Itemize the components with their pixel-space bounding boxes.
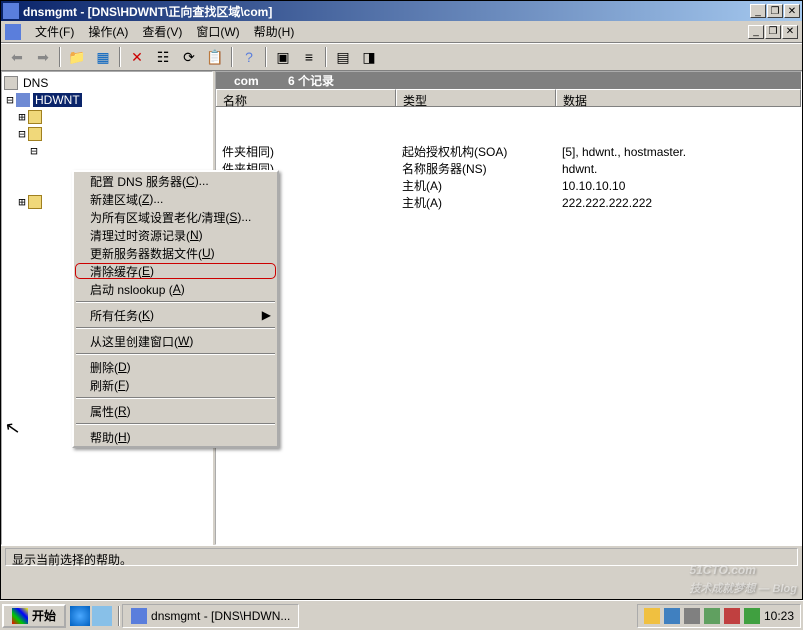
- properties-icon[interactable]: ☷: [151, 46, 175, 68]
- refresh-icon[interactable]: ⟳: [177, 46, 201, 68]
- stop-icon[interactable]: ▣: [271, 46, 295, 68]
- menu-item[interactable]: 属性(R): [74, 402, 277, 420]
- close-button[interactable]: ✕: [784, 4, 800, 18]
- expand-icon[interactable]: ⊞: [16, 110, 28, 124]
- expand-icon[interactable]: ⊟: [28, 144, 40, 158]
- tree-server[interactable]: ⊟ HDWNT: [4, 91, 210, 108]
- mdi-close-button[interactable]: ✕: [782, 25, 798, 39]
- export-icon[interactable]: 📋: [203, 46, 227, 68]
- content-pane: com 6 个记录 名称 类型 数据 件夹相同)起始授权机构(SOA)[5], …: [215, 71, 802, 545]
- taskbar: 开始 dnsmgmt - [DNS\HDWN... 10:23: [0, 600, 803, 630]
- windows-flag-icon: [12, 608, 28, 624]
- menubar: 文件(F) 操作(A) 查看(V) 窗口(W) 帮助(H) _ ❐ ✕: [1, 21, 802, 43]
- msn-icon[interactable]: [744, 608, 760, 624]
- ie-icon[interactable]: [70, 606, 90, 626]
- list-icon[interactable]: ≡: [297, 46, 321, 68]
- quick-launch: [70, 606, 112, 626]
- toolbar: ⬅ ➡ 📁 ▦ ✕ ☷ ⟳ 📋 ? ▣ ≡ ▤ ◨: [1, 43, 802, 71]
- folder-icon: [28, 110, 42, 124]
- col-data[interactable]: 数据: [556, 89, 801, 106]
- help-icon[interactable]: ?: [237, 46, 261, 68]
- dns-icon: [4, 76, 18, 90]
- mdi-restore-button[interactable]: ❐: [765, 25, 781, 39]
- filter-icon[interactable]: ▤: [331, 46, 355, 68]
- list-row[interactable]: 件夹相同)名称服务器(NS)hdwnt.: [216, 160, 801, 177]
- menu-item[interactable]: 更新服务器数据文件(U): [74, 244, 277, 262]
- menu-item[interactable]: 帮助(H): [74, 428, 277, 446]
- statusbar: 显示当前选择的帮助。: [1, 545, 802, 567]
- show-hide-icon[interactable]: ▦: [91, 46, 115, 68]
- col-type[interactable]: 类型: [396, 89, 556, 106]
- back-icon[interactable]: ⬅: [5, 46, 29, 68]
- menu-item[interactable]: 删除(D): [74, 358, 277, 376]
- tree-item[interactable]: ⊟: [4, 125, 210, 142]
- menu-item[interactable]: 新建区域(Z)...: [74, 190, 277, 208]
- tree-root[interactable]: DNS: [4, 74, 210, 91]
- up-icon[interactable]: 📁: [65, 46, 89, 68]
- expand-icon[interactable]: ⊟: [4, 93, 16, 107]
- menu-item[interactable]: 刷新(F): [74, 376, 277, 394]
- col-name[interactable]: 名称: [216, 89, 396, 106]
- clock[interactable]: 10:23: [764, 609, 794, 623]
- menu-item[interactable]: 所有任务(K)▶: [74, 306, 277, 324]
- forward-icon[interactable]: ➡: [31, 46, 55, 68]
- list-row[interactable]: 主机(A)222.222.222.222: [216, 194, 801, 211]
- menu-view[interactable]: 查看(V): [136, 21, 188, 42]
- menu-item[interactable]: 启动 nslookup (A): [74, 280, 277, 298]
- expand-icon[interactable]: ⊞: [16, 195, 28, 209]
- mdi-minimize-button[interactable]: _: [748, 25, 764, 39]
- record-count: 6 个记录: [288, 72, 334, 89]
- desktop-icon[interactable]: [92, 606, 112, 626]
- start-button[interactable]: 开始: [2, 604, 66, 628]
- shield-icon[interactable]: [644, 608, 660, 624]
- folder-icon: [28, 195, 42, 209]
- context-menu: 配置 DNS 服务器(C)...新建区域(Z)...为所有区域设置老化/清理(S…: [72, 170, 279, 448]
- tree-icon[interactable]: ◨: [357, 46, 381, 68]
- main-window: dnsmgmt - [DNS\HDWNT\正向查找区域\com] _ ❐ ✕ 文…: [0, 0, 803, 600]
- menu-item[interactable]: 为所有区域设置老化/清理(S)...: [74, 208, 277, 226]
- task-button[interactable]: dnsmgmt - [DNS\HDWN...: [122, 604, 299, 628]
- tree-item[interactable]: ⊟: [4, 142, 210, 159]
- menu-item[interactable]: 清理过时资源记录(N): [74, 226, 277, 244]
- status-text: 显示当前选择的帮助。: [5, 548, 798, 566]
- menu-help[interactable]: 帮助(H): [248, 21, 301, 42]
- menu-item[interactable]: 清除缓存(E): [74, 262, 277, 280]
- ime-icon[interactable]: [724, 608, 740, 624]
- network-icon[interactable]: [704, 608, 720, 624]
- app-icon: [3, 3, 19, 19]
- delete-icon[interactable]: ✕: [125, 46, 149, 68]
- list-row[interactable]: 主机(A)10.10.10.10: [216, 177, 801, 194]
- minimize-button[interactable]: _: [750, 4, 766, 18]
- maximize-button[interactable]: ❐: [767, 4, 783, 18]
- menu-action[interactable]: 操作(A): [82, 21, 134, 42]
- zone-name: com: [216, 74, 288, 88]
- titlebar[interactable]: dnsmgmt - [DNS\HDWNT\正向查找区域\com] _ ❐ ✕: [1, 1, 802, 21]
- list-body[interactable]: 件夹相同)起始授权机构(SOA)[5], hdwnt., hostmaster.…: [216, 107, 801, 544]
- window-title: dnsmgmt - [DNS\HDWNT\正向查找区域\com]: [23, 3, 750, 20]
- list-header: 名称 类型 数据: [216, 89, 801, 107]
- app-icon: [131, 608, 147, 624]
- main-area: DNS ⊟ HDWNT ⊞ ⊟ ⊟ ⊞: [1, 71, 802, 545]
- expand-icon[interactable]: ⊟: [16, 127, 28, 141]
- tree-item[interactable]: ⊞: [4, 108, 210, 125]
- menu-item[interactable]: 配置 DNS 服务器(C)...: [74, 172, 277, 190]
- server-icon: [16, 93, 30, 107]
- path-bar: com 6 个记录: [216, 72, 801, 89]
- menu-file[interactable]: 文件(F): [29, 21, 80, 42]
- menu-window[interactable]: 窗口(W): [190, 21, 245, 42]
- folder-icon: [28, 127, 42, 141]
- menu-item[interactable]: 从这里创建窗口(W): [74, 332, 277, 350]
- systray: 10:23: [637, 604, 801, 628]
- list-row[interactable]: 件夹相同)起始授权机构(SOA)[5], hdwnt., hostmaster.: [216, 143, 801, 160]
- display-icon[interactable]: [664, 608, 680, 624]
- volume-icon[interactable]: [684, 608, 700, 624]
- mmc-icon: [5, 24, 21, 40]
